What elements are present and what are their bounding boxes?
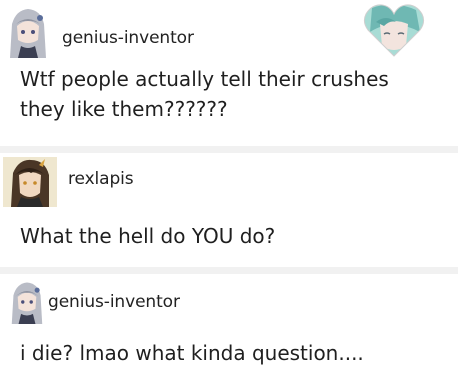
avatar[interactable] [4,6,52,58]
brown-haired-boy-avatar-icon [3,157,57,207]
post-1: genius-inventor Wtf people actually tell… [0,0,458,150]
divider [0,267,458,274]
post-text-line: What the hell do YOU do? [20,224,276,248]
silver-haired-girl-avatar-icon [4,6,52,58]
post-2: rexlapis What the hell do YOU do? [0,153,458,267]
silver-haired-girl-avatar-icon [6,280,48,324]
post-text: i die? lmao what kinda question.... [20,338,364,368]
post-text: What the hell do YOU do? [20,221,275,251]
post-text-line: i die? lmao what kinda question.... [20,341,364,365]
username[interactable]: genius-inventor [62,28,194,48]
teal-heart-portrait-icon [362,2,426,58]
username[interactable]: genius-inventor [48,292,180,312]
post-3: genius-inventor i die? lmao what kinda q… [0,274,458,384]
divider [0,146,458,153]
post-text-line: Wtf people actually tell their crushes [20,67,389,91]
post-text: Wtf people actually tell their crushes t… [20,64,389,124]
avatar[interactable] [4,280,50,324]
avatar[interactable] [3,157,57,207]
post-text-line: they like them?????? [20,97,228,121]
username[interactable]: rexlapis [68,169,134,189]
